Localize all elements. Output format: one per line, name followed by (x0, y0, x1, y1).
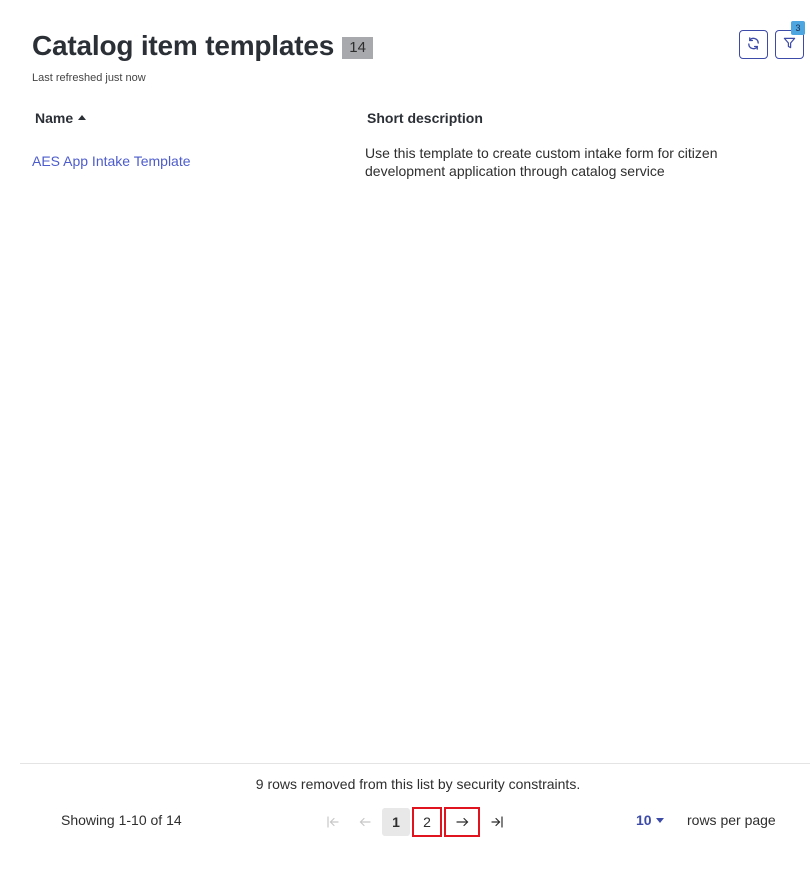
page-2-button[interactable]: 2 (412, 807, 442, 837)
pagination: 1 2 (318, 806, 514, 838)
column-header-name-label: Name (35, 110, 74, 126)
last-page-icon (491, 816, 503, 828)
refresh-button[interactable] (739, 30, 768, 59)
table-row-short-description: Use this template to create custom intak… (365, 145, 718, 179)
page-title: Catalog item templates (32, 30, 335, 61)
showing-range-text: Showing 1-10 of 14 (61, 812, 182, 828)
rows-per-page-label: rows per page (687, 812, 776, 828)
first-page-button[interactable] (318, 807, 348, 837)
table-row-name-link[interactable]: AES App Intake Template (32, 153, 191, 169)
arrow-left-icon (359, 817, 371, 827)
arrow-right-icon (455, 817, 468, 827)
rows-per-page-value: 10 (636, 812, 652, 828)
catalog-item-templates-page: Catalog item templates 14 Last refreshed… (0, 0, 810, 874)
rows-per-page-select[interactable]: 10 (636, 812, 664, 828)
previous-page-button[interactable] (350, 807, 380, 837)
title-row: Catalog item templates 14 (32, 30, 374, 62)
last-refreshed-text: Last refreshed just now (32, 72, 146, 84)
sort-ascending-icon (78, 115, 87, 120)
column-header-short-description[interactable]: Short description (367, 110, 483, 126)
caret-down-icon (655, 817, 664, 823)
filter-count-badge: 3 (791, 21, 805, 35)
page-1-button[interactable]: 1 (382, 808, 410, 836)
refresh-icon (746, 36, 761, 54)
column-header-short-description-label: Short description (367, 110, 483, 126)
footer-divider (20, 763, 810, 764)
column-header-name[interactable]: Name (35, 110, 87, 126)
first-page-icon (327, 816, 339, 828)
filter-button[interactable]: 3 (775, 21, 805, 59)
last-page-button[interactable] (482, 807, 512, 837)
filter-icon (783, 36, 796, 53)
record-count-badge: 14 (342, 36, 374, 59)
security-constraints-message: 9 rows removed from this list by securit… (255, 776, 581, 792)
next-page-button[interactable] (444, 807, 480, 837)
